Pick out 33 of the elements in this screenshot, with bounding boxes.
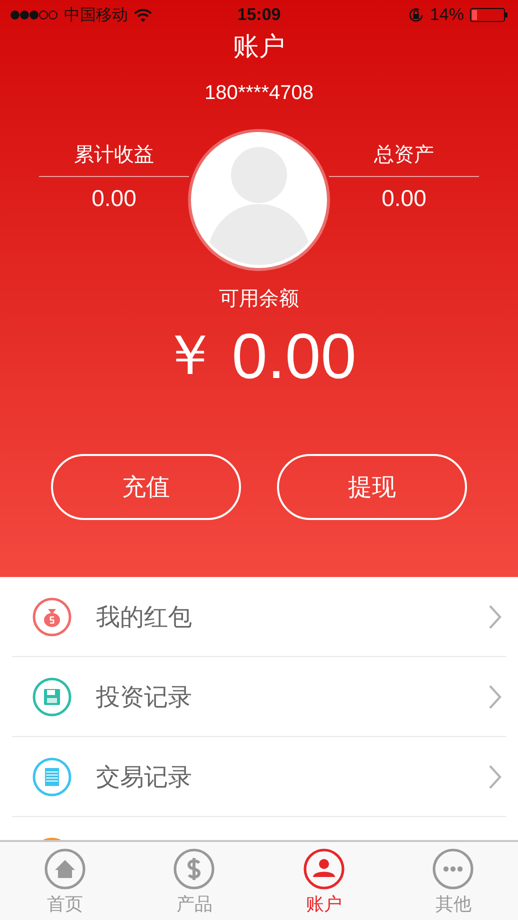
dollar-icon xyxy=(173,848,216,890)
tab-item[interactable]: 其他 xyxy=(388,842,518,920)
wifi-icon xyxy=(134,8,152,22)
page-title: 账户 xyxy=(233,32,285,62)
carrier-name: 中国移动 xyxy=(64,4,128,26)
status-time: 15:09 xyxy=(237,5,281,25)
chevron-right-icon xyxy=(488,604,502,630)
more-icon xyxy=(432,848,474,890)
currency-symbol: ￥ xyxy=(162,322,218,388)
chevron-right-icon xyxy=(488,684,502,710)
menu-item[interactable]: 投资记录 xyxy=(12,657,506,737)
battery-percent: 14% xyxy=(430,5,464,25)
phone-number: 180****4708 xyxy=(204,82,314,105)
user-icon xyxy=(302,848,345,890)
home-icon xyxy=(44,848,86,890)
rotation-lock-icon xyxy=(408,7,424,23)
menu-item[interactable]: 交易记录 xyxy=(12,737,506,817)
withdraw-button[interactable]: 提现 xyxy=(277,454,467,520)
stat-value: 0.00 xyxy=(92,185,136,212)
tab-item[interactable]: 产品 xyxy=(130,842,259,920)
recharge-button[interactable]: 充值 xyxy=(51,454,241,520)
signal-icon xyxy=(10,10,58,20)
balance-label: 可用余额 xyxy=(219,285,299,312)
tab-item[interactable]: 首页 xyxy=(0,842,130,920)
stat-label: 累计收益 xyxy=(39,141,189,177)
battery-icon xyxy=(470,8,508,22)
chevron-right-icon xyxy=(488,764,502,790)
avatar-icon[interactable] xyxy=(188,129,330,271)
stat-label: 总资产 xyxy=(329,141,479,177)
balance-amount: 0.00 xyxy=(232,319,356,393)
stat-value: 0.00 xyxy=(382,185,426,212)
tab-item[interactable]: 账户 xyxy=(259,842,388,920)
menu-item[interactable]: 我的红包 xyxy=(12,577,506,657)
